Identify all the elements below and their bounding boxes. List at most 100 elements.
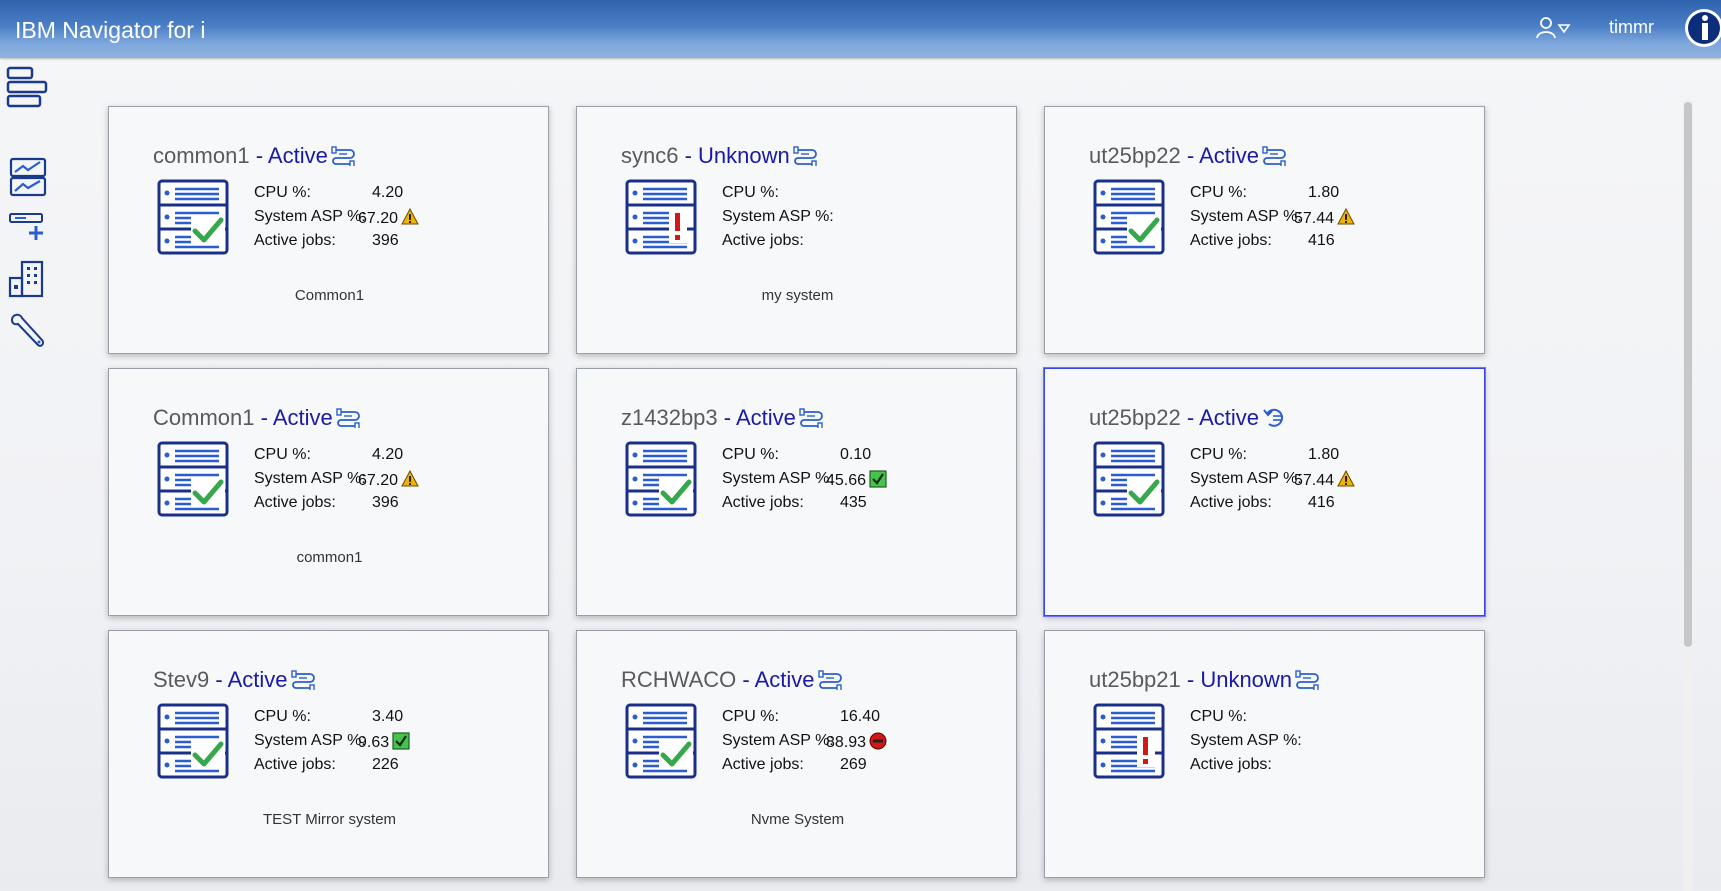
system-title[interactable]: sync6 - Unknown [621, 143, 818, 169]
connection-icon[interactable] [330, 144, 356, 168]
sidebar [0, 60, 60, 891]
system-title[interactable]: RCHWACO - Active [621, 667, 843, 693]
asp-label: System ASP %: [254, 732, 366, 749]
asp-label: System ASP %: [254, 470, 366, 487]
system-title[interactable]: ut25bp22 - Active [1089, 405, 1287, 431]
system-status: - Unknown [678, 143, 790, 168]
connection-icon[interactable] [798, 406, 824, 430]
chart-monitor-icon[interactable] [6, 156, 50, 200]
jobs-value: 416 [1308, 494, 1335, 511]
system-status: - Unknown [1180, 667, 1293, 692]
system-card-rchwaco[interactable]: RCHWACO - Active CPU %: 16.40 System ASP… [576, 630, 1017, 878]
system-title[interactable]: Common1 - Active [153, 405, 361, 431]
system-title[interactable]: ut25bp21 - Unknown [1089, 667, 1320, 693]
ok-status-icon [869, 470, 887, 488]
server-ok-icon [1093, 441, 1165, 517]
asp-label: System ASP %: [722, 208, 834, 225]
add-system-icon[interactable] [6, 208, 50, 252]
building-icon[interactable] [6, 258, 50, 302]
jobs-label: Active jobs: [1190, 494, 1272, 511]
system-card-sync6[interactable]: sync6 - Unknown CPU %: System ASP %: Act… [576, 106, 1017, 354]
system-name: Common1 [153, 405, 255, 430]
system-card-ut25bp21[interactable]: ut25bp21 - Unknown CPU %: System ASP %: … [1044, 630, 1485, 878]
system-title[interactable]: ut25bp22 - Active [1089, 143, 1287, 169]
cpu-label: CPU %: [722, 446, 779, 463]
asp-label: System ASP %: [722, 732, 834, 749]
system-name: ut25bp22 [1089, 405, 1181, 430]
ok-status-icon [392, 732, 410, 750]
system-card-common1[interactable]: Common1 - Active CPU %: 4.20 System ASP … [108, 368, 549, 616]
app-title: IBM Navigator for i [15, 17, 206, 43]
user-dropdown-icon[interactable] [1534, 14, 1574, 42]
connection-icon[interactable] [792, 144, 818, 168]
server-ok-icon [1093, 179, 1165, 255]
ibm-i-logo-icon[interactable] [1684, 8, 1721, 48]
system-card-common1[interactable]: common1 - Active CPU %: 4.20 System ASP … [108, 106, 549, 354]
jobs-label: Active jobs: [722, 232, 804, 249]
refresh-connection-icon[interactable] [1261, 406, 1287, 428]
jobs-label: Active jobs: [254, 756, 336, 773]
server-error-icon [625, 179, 697, 255]
critical-status-icon [869, 732, 887, 750]
cpu-label: CPU %: [1190, 708, 1247, 725]
jobs-label: Active jobs: [1190, 232, 1272, 249]
server-ok-icon [625, 441, 697, 517]
cpu-value: 4.20 [372, 446, 404, 463]
system-status: - Active [249, 143, 328, 168]
vertical-scrollbar[interactable] [1683, 100, 1693, 891]
asp-value: 67.20 [358, 207, 419, 228]
system-card-ut25bp22[interactable]: ut25bp22 - Active CPU %: 1.80 System ASP… [1044, 368, 1485, 616]
system-status: - Active [1180, 405, 1260, 430]
connection-icon[interactable] [817, 668, 843, 692]
system-name: ut25bp21 [1089, 667, 1181, 692]
system-title[interactable]: common1 - Active [153, 143, 356, 169]
system-card-stev9[interactable]: Stev9 - Active CPU %: 3.40 System ASP %:… [108, 630, 549, 878]
system-status: - Active [736, 667, 815, 692]
server-ok-icon [157, 703, 229, 779]
system-card-ut25bp22[interactable]: ut25bp22 - Active CPU %: 1.80 System ASP… [1044, 106, 1485, 354]
wrench-icon[interactable] [6, 310, 50, 354]
warning-status-icon [401, 469, 419, 488]
jobs-label: Active jobs: [722, 494, 804, 511]
system-title[interactable]: Stev9 - Active [153, 667, 316, 693]
system-name: common1 [153, 143, 250, 168]
cpu-label: CPU %: [1190, 446, 1247, 463]
system-status: - Active [209, 667, 288, 692]
system-description: my system [761, 287, 834, 304]
connection-icon[interactable] [1294, 668, 1320, 692]
cpu-value: 4.20 [372, 184, 404, 201]
jobs-label: Active jobs: [1190, 756, 1272, 773]
system-card-z1432bp3[interactable]: z1432bp3 - Active CPU %: 0.10 System ASP… [576, 368, 1017, 616]
connection-icon[interactable] [290, 668, 316, 692]
asp-value: 88.93 [826, 732, 887, 752]
system-name: ut25bp22 [1089, 143, 1181, 168]
dashboard-icon[interactable] [6, 66, 50, 110]
cpu-value: 0.10 [840, 446, 872, 463]
jobs-value: 396 [372, 232, 399, 249]
asp-label: System ASP %: [722, 470, 834, 487]
server-ok-icon [625, 703, 697, 779]
warning-status-icon [1337, 207, 1355, 226]
asp-label: System ASP %: [254, 208, 366, 225]
cpu-value: 3.40 [372, 708, 404, 725]
connection-icon[interactable] [335, 406, 361, 430]
username[interactable]: timmr [1609, 17, 1654, 38]
jobs-label: Active jobs: [254, 494, 336, 511]
cpu-label: CPU %: [254, 184, 311, 201]
asp-value: 67.20 [358, 469, 419, 490]
cpu-value: 16.40 [840, 708, 881, 725]
system-description: Nvme System [750, 811, 845, 828]
cpu-label: CPU %: [1190, 184, 1247, 201]
connection-icon[interactable] [1261, 144, 1287, 168]
scroll-thumb[interactable] [1684, 102, 1692, 647]
asp-value: 45.66 [826, 470, 887, 490]
server-ok-icon [157, 441, 229, 517]
asp-label: System ASP %: [1190, 470, 1302, 487]
cpu-label: CPU %: [254, 446, 311, 463]
jobs-value: 396 [372, 494, 399, 511]
system-status: - Active [1180, 143, 1260, 168]
cpu-label: CPU %: [722, 184, 779, 201]
system-name: RCHWACO [621, 667, 737, 692]
system-name: Stev9 [153, 667, 210, 692]
system-title[interactable]: z1432bp3 - Active [621, 405, 824, 431]
